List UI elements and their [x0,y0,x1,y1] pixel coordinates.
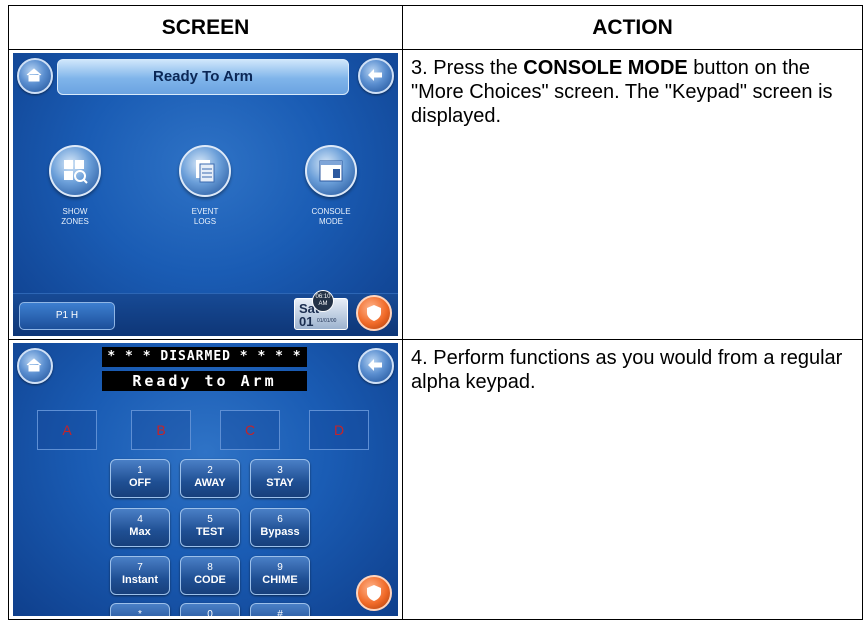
keypad-screen: * * * DISARMED * * * * Ready to Arm A B … [13,343,398,616]
home-icon [26,358,42,372]
action-cell-2: 4. Perform functions as you would from a… [402,339,863,620]
key-number: # [277,609,283,616]
event-logs-label: EVENT LOGS [191,207,219,226]
console-icon [305,145,357,197]
function-key-d[interactable]: D [309,410,369,450]
key-number: 2 [207,465,213,476]
key-label: Instant [121,574,159,586]
console-mode-bold: CONSOLE MODE [523,57,688,79]
home-button[interactable] [17,348,53,384]
more-choices-screen: Ready To Arm SHOW ZONES EVENT LOGS CONSO… [13,53,398,336]
keypad-key[interactable]: 8 CODE [180,556,240,595]
show-zones-label: SHOW ZONES [61,207,89,226]
keypad-key[interactable]: *Ready [110,603,170,616]
key-label: STAY [266,477,294,489]
keypad-key[interactable]: 3 STAY [250,459,310,498]
home-icon [26,68,42,82]
partition-button[interactable]: P1 H [19,302,115,330]
key-number: 6 [277,514,283,525]
key-number: 8 [207,562,213,573]
key-number: 7 [137,562,143,573]
back-button[interactable] [358,58,394,94]
event-logs-button[interactable]: EVENT LOGS [160,145,250,227]
emergency-button[interactable] [356,575,392,611]
function-key-b[interactable]: B [131,410,191,450]
function-key-c[interactable]: C [220,410,280,450]
home-button[interactable] [17,58,53,94]
key-number: 9 [277,562,283,573]
action-text-part: 3. Press the [411,57,524,79]
show-zones-button[interactable]: SHOW ZONES [30,145,120,227]
clock-display: 06:10 AM [312,290,334,312]
keypad-key[interactable]: 7 Instant [110,556,170,595]
screen-cell-1: Ready To Arm SHOW ZONES EVENT LOGS CONSO… [8,49,403,340]
console-mode-label: CONSOLE MODE [311,207,351,226]
keypad-key[interactable]: 5 TEST [180,508,240,547]
keypad-key[interactable]: 9 CHIME [250,556,310,595]
keypad-key[interactable]: # [250,603,310,616]
zones-icon [49,145,101,197]
lcd-line-1: * * * DISARMED * * * * [102,347,307,367]
table-row: Ready To Arm SHOW ZONES EVENT LOGS CONSO… [8,49,863,340]
keypad-key[interactable]: 0 [180,603,240,616]
key-label: Max [129,526,151,538]
table-row: * * * DISARMED * * * * Ready to Arm A B … [8,339,863,620]
emergency-button[interactable] [356,295,392,331]
keypad-key[interactable]: 4 Max [110,508,170,547]
key-label: AWAY [194,477,226,489]
key-label: Bypass [260,526,300,538]
keypad-key[interactable]: 1 OFF [110,459,170,498]
console-mode-button[interactable]: CONSOLE MODE [286,145,376,227]
date-full: 01/01/00 [317,318,337,324]
back-button[interactable] [358,348,394,384]
key-label: OFF [129,477,151,489]
clock-time: 06:10 [315,294,331,300]
screen-cell-2: * * * DISARMED * * * * Ready to Arm A B … [8,339,403,620]
function-key-a[interactable]: A [37,410,97,450]
back-arrow-icon [368,359,382,371]
keypad-key[interactable]: 2 AWAY [180,459,240,498]
key-label: CODE [194,574,226,586]
action-step-3: 3. Press the CONSOLE MODE button on the … [403,50,862,128]
logs-icon [179,145,231,197]
action-cell-1: 3. Press the CONSOLE MODE button on the … [402,49,863,340]
key-label: TEST [195,526,225,538]
key-number: 1 [137,465,143,476]
table-header-row: SCREEN ACTION [8,5,863,50]
key-number: 3 [277,465,283,476]
shield-icon [367,585,381,601]
key-number: 5 [207,514,213,525]
key-number: * [138,609,142,616]
instruction-table: SCREEN ACTION Ready To Arm SHOW ZONES EV… [8,5,863,620]
key-label: CHIME [262,574,298,586]
back-arrow-icon [368,69,382,81]
keypad-key[interactable]: 6 Bypass [250,508,310,547]
status-bar: Ready To Arm [57,59,349,95]
action-step-4: 4. Perform functions as you would from a… [411,347,843,393]
clock-ampm: AM [318,301,328,307]
date-number: 01 [299,314,314,329]
shield-icon [367,305,381,321]
header-screen: SCREEN [8,5,403,50]
key-number: 0 [207,609,213,616]
key-number: 4 [137,514,143,525]
header-action: ACTION [402,5,863,50]
lcd-line-2: Ready to Arm [102,371,307,391]
